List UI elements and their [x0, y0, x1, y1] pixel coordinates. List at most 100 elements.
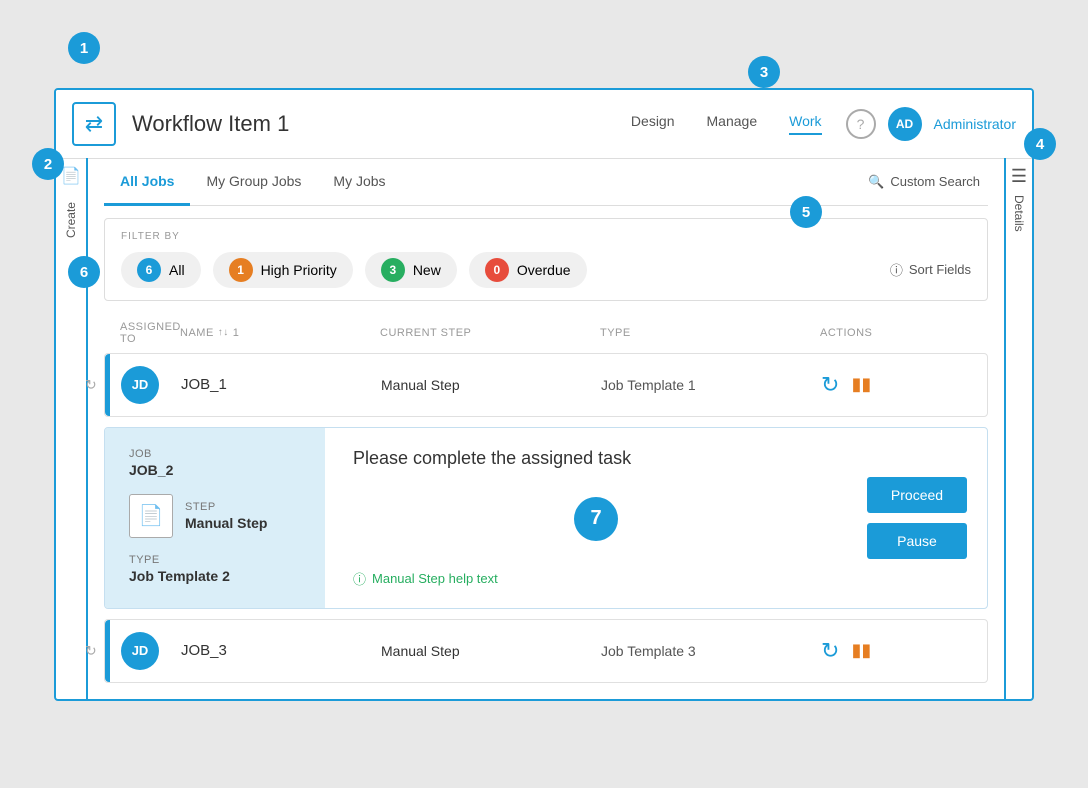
tab-my-group-jobs[interactable]: My Group Jobs — [190, 159, 317, 206]
restart-icon[interactable]: ↻ — [821, 372, 839, 398]
main-container: ⇄ Workflow Item 1 Design Manage Work ? A… — [54, 88, 1034, 701]
filter-section: FILTER BY 6 All 1 High Priority 3 New — [104, 218, 988, 301]
details-button[interactable]: Details — [1008, 187, 1030, 240]
step-number-bubble: 7 — [574, 497, 618, 541]
header: ⇄ Workflow Item 1 Design Manage Work ? A… — [56, 90, 1032, 159]
nav-design[interactable]: Design — [631, 113, 675, 135]
filter-chip-new[interactable]: 3 New — [365, 252, 457, 288]
filter-label: FILTER BY — [121, 231, 971, 242]
header-nav: Design Manage Work — [631, 113, 822, 135]
col-type: TYPE — [600, 321, 820, 345]
restart-icon[interactable]: ↻ — [821, 638, 839, 664]
step-bubble-3: 3 — [748, 56, 780, 88]
avatar: AD — [888, 107, 922, 141]
filter-chips: 6 All 1 High Priority 3 New 0 Overdue — [121, 252, 971, 288]
step-bubble-5: 5 — [790, 196, 822, 228]
col-actions: ACTIONS — [820, 321, 972, 345]
row-indicator — [105, 620, 110, 682]
job-name[interactable]: JOB_3 — [181, 642, 381, 659]
header-actions: ? AD Administrator — [846, 107, 1016, 141]
row-actions: ↻ ▮▮ — [821, 638, 971, 664]
refresh-icon: ↻ — [85, 376, 97, 393]
step-icon-box: 📄 STEP Manual Step — [129, 494, 301, 538]
nav-manage[interactable]: Manage — [707, 113, 758, 135]
step-bubble-2: 2 — [32, 148, 64, 180]
right-sidebar: ☰ Details — [1004, 158, 1032, 699]
badge-all: 6 — [137, 258, 161, 282]
left-sidebar: 📄 Create — [56, 158, 88, 699]
filter-chip-all[interactable]: 6 All — [121, 252, 201, 288]
tab-all-jobs[interactable]: All Jobs — [104, 159, 190, 206]
avatar: JD — [121, 366, 159, 404]
pause-button[interactable]: Pause — [867, 523, 967, 559]
tabs-bar: All Jobs My Group Jobs My Jobs 🔍 Custom … — [104, 159, 988, 206]
sort-fields[interactable]: ⓘ Sort Fields — [890, 260, 971, 279]
step-bubble-1: 1 — [68, 32, 100, 64]
filter-high-priority-label: High Priority — [261, 262, 337, 278]
outer-wrapper: 1 2 3 4 5 6 ⇄ Workflow Item 1 Design Man… — [0, 0, 1088, 788]
badge-new: 3 — [381, 258, 405, 282]
step-bubble-4: 4 — [1024, 128, 1056, 160]
custom-search-label: Custom Search — [890, 174, 980, 189]
search-icon: 🔍 — [868, 174, 884, 190]
table-row: ↻ JD JOB_3 Manual Step Job Template 3 ↻ … — [104, 619, 988, 683]
job-name[interactable]: JOB_1 — [181, 376, 381, 393]
help-icon[interactable]: ? — [846, 109, 876, 139]
refresh-icon: ↻ — [85, 642, 97, 659]
filter-chip-overdue[interactable]: 0 Overdue — [469, 252, 587, 288]
page-title: Workflow Item 1 — [132, 111, 289, 137]
expanded-right-panel: Please complete the assigned task 7 ⓘ Ma… — [325, 428, 867, 608]
content-area: All Jobs My Group Jobs My Jobs 🔍 Custom … — [88, 159, 1004, 683]
job-label: JOB — [129, 448, 301, 460]
job-value: JOB_2 — [129, 462, 301, 478]
job-type: Job Template 3 — [601, 643, 821, 659]
row-indicator — [105, 354, 110, 416]
user-name[interactable]: Administrator — [934, 116, 1016, 132]
filter-overdue-label: Overdue — [517, 262, 571, 278]
expanded-inner: JOB JOB_2 📄 STEP Manual Step TYPE — [105, 428, 987, 608]
step-info: STEP Manual Step — [185, 501, 267, 531]
job-current-step: Manual Step — [381, 643, 601, 659]
sort-help-icon: ⓘ — [890, 260, 903, 279]
nav-work[interactable]: Work — [789, 113, 821, 135]
expanded-buttons: Proceed Pause — [867, 457, 987, 579]
job-current-step: Manual Step — [381, 377, 601, 393]
filter-all-label: All — [169, 262, 185, 278]
type-value: Job Template 2 — [129, 568, 301, 584]
col-name[interactable]: NAME ↑↓ 1 — [180, 321, 380, 345]
table-row: ↻ JD JOB_1 Manual Step Job Template 1 ↻ … — [104, 353, 988, 417]
sidebar-page-icon[interactable]: 📄 — [61, 166, 81, 186]
avatar: JD — [121, 632, 159, 670]
tab-my-jobs[interactable]: My Jobs — [317, 159, 401, 206]
step-value: Manual Step — [185, 515, 267, 531]
badge-overdue: 0 — [485, 258, 509, 282]
logo-icon[interactable]: ⇄ — [72, 102, 116, 146]
expanded-left-panel: JOB JOB_2 📄 STEP Manual Step TYPE — [105, 428, 325, 608]
row-actions: ↻ ▮▮ — [821, 372, 971, 398]
col-assigned-to: ASSIGNED TO — [120, 321, 180, 345]
badge-high-priority: 1 — [229, 258, 253, 282]
table-header: ASSIGNED TO NAME ↑↓ 1 CURRENT STEP TYPE … — [104, 313, 988, 353]
proceed-button[interactable]: Proceed — [867, 477, 967, 513]
doc-icon: 📄 — [129, 494, 173, 538]
filter-new-label: New — [413, 262, 441, 278]
pause-icon[interactable]: ▮▮ — [851, 374, 871, 395]
details-icon[interactable]: ☰ — [1011, 166, 1027, 187]
filter-chip-high-priority[interactable]: 1 High Priority — [213, 252, 353, 288]
custom-search[interactable]: 🔍 Custom Search — [860, 166, 988, 198]
step-bubble-6: 6 — [68, 256, 100, 288]
task-content: Please complete the assigned task 7 ⓘ Ma… — [353, 448, 839, 588]
job-type: Job Template 1 — [601, 377, 821, 393]
col-current-step: CURRENT STEP — [380, 321, 600, 345]
table-row-expanded: JOB JOB_2 📄 STEP Manual Step TYPE — [104, 427, 988, 609]
sort-icon: ↑↓ — [218, 327, 229, 338]
create-button[interactable]: Create — [60, 194, 82, 246]
name-count: 1 — [233, 327, 240, 339]
task-title: Please complete the assigned task — [353, 448, 839, 469]
job-info-block: JOB JOB_2 — [129, 448, 301, 478]
type-info-block: TYPE Job Template 2 — [129, 554, 301, 584]
type-label: TYPE — [129, 554, 301, 566]
pause-icon[interactable]: ▮▮ — [851, 640, 871, 661]
sort-fields-label: Sort Fields — [909, 262, 971, 277]
help-text: ⓘ Manual Step help text — [353, 569, 839, 588]
